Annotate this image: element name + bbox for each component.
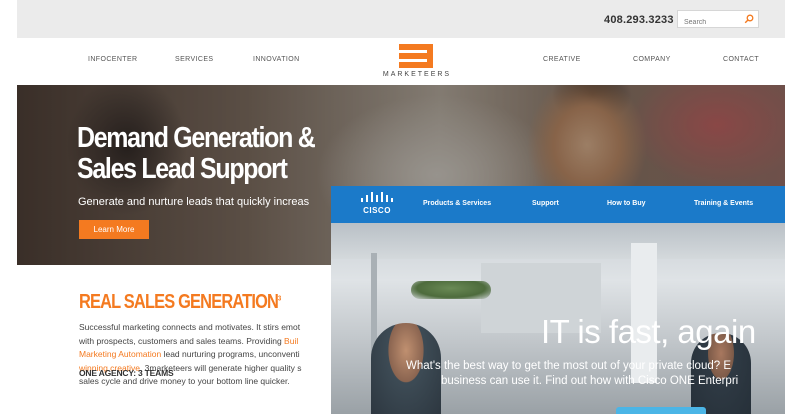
nav-infocenter[interactable]: INFOCENTER — [88, 56, 138, 63]
para-text: lead nurturing programs, unconventi — [161, 349, 300, 359]
cisco-nav-support[interactable]: Support — [532, 200, 559, 207]
section-title-text: REAL SALES GENERATION — [79, 291, 279, 313]
cisco-hero: IT is fast, again What's the best way to… — [331, 223, 785, 414]
nav-innovation[interactable]: INNOVATION — [253, 56, 300, 63]
cisco-nav-bar: CISCO Products & Services Support How to… — [331, 186, 785, 223]
logo-3-mark-icon — [399, 44, 433, 68]
hero-plants — [411, 281, 491, 299]
search-icon[interactable] — [744, 14, 754, 24]
nav-company[interactable]: COMPANY — [633, 56, 671, 63]
hero-ceiling — [331, 223, 785, 259]
search-box[interactable] — [677, 10, 759, 31]
hero-subtitle: Generate and nurture leads that quickly … — [78, 196, 310, 208]
marketing-automation-link[interactable]: Marketing Automation — [79, 349, 161, 359]
search-input[interactable] — [678, 14, 744, 31]
cisco-cta-button[interactable] — [616, 407, 706, 414]
cisco-logo-text: CISCO — [363, 206, 391, 215]
hero-title: Demand Generation & Sales Lead Support — [77, 123, 335, 185]
cisco-window[interactable]: CISCO Products & Services Support How to… — [331, 186, 785, 414]
agency-heading: ONE AGENCY: 3 TEAMS — [79, 368, 174, 378]
nav-services[interactable]: SERVICES — [175, 56, 213, 63]
cisco-subline-1: What's the best way to get the most out … — [406, 360, 732, 372]
hero-title-line-1: Demand Generation & — [77, 122, 316, 154]
marketeers-logo[interactable]: MARKETEERS — [372, 42, 462, 82]
cisco-nav-training[interactable]: Training & Events — [694, 200, 753, 207]
nav-creative[interactable]: CREATIVE — [543, 56, 581, 63]
section-title: REAL SALES GENERATION3 — [79, 291, 281, 314]
top-bar: 408.293.3233 — [17, 0, 785, 39]
learn-more-button[interactable]: Learn More — [79, 220, 149, 239]
para-text: Successful marketing connects and motiva… — [79, 322, 301, 332]
logo-text: MARKETEERS — [382, 71, 452, 78]
cisco-nav-products[interactable]: Products & Services — [423, 200, 491, 207]
inline-link[interactable]: Buil — [284, 336, 298, 346]
main-nav: INFOCENTER SERVICES INNOVATION MARKETEER… — [17, 38, 785, 84]
cisco-logo[interactable]: CISCO — [359, 192, 395, 218]
section-title-sup: 3 — [278, 295, 281, 303]
hero-title-line-2: Sales Lead Support — [77, 153, 288, 185]
phone-number[interactable]: 408.293.3233 — [604, 14, 674, 26]
cisco-subline-2: business can use it. Find out how with C… — [441, 375, 739, 387]
para-text: with prospects, customers and sales team… — [79, 335, 285, 346]
nav-contact[interactable]: CONTACT — [723, 56, 759, 63]
cisco-nav-how-to-buy[interactable]: How to Buy — [607, 200, 646, 207]
cisco-bars-icon — [361, 192, 393, 202]
cisco-headline: IT is fast, again — [541, 313, 756, 350]
